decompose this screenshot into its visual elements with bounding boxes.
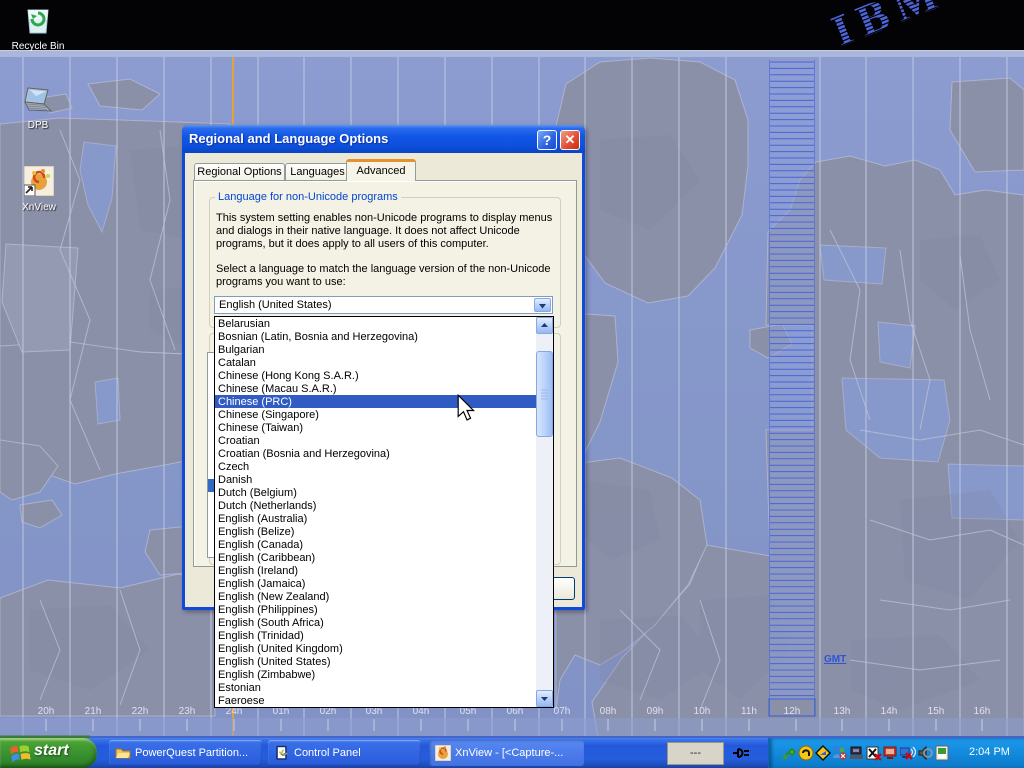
- svg-text:10h: 10h: [694, 706, 711, 717]
- svg-text:11h: 11h: [741, 706, 757, 717]
- svg-text:23h: 23h: [179, 706, 196, 717]
- svg-text:09h: 09h: [647, 706, 664, 717]
- svg-text:16h: 16h: [974, 706, 991, 717]
- svg-text:22h: 22h: [132, 706, 149, 717]
- svg-text:08h: 08h: [600, 706, 617, 717]
- svg-text:GMT: GMT: [824, 654, 846, 665]
- svg-text:14h: 14h: [881, 706, 898, 717]
- svg-text:15h: 15h: [928, 706, 945, 717]
- svg-text:13h: 13h: [834, 706, 851, 717]
- svg-text:20h: 20h: [38, 706, 55, 717]
- svg-text:12h: 12h: [784, 706, 801, 717]
- svg-text:07h: 07h: [554, 706, 571, 717]
- svg-text:21h: 21h: [85, 706, 102, 717]
